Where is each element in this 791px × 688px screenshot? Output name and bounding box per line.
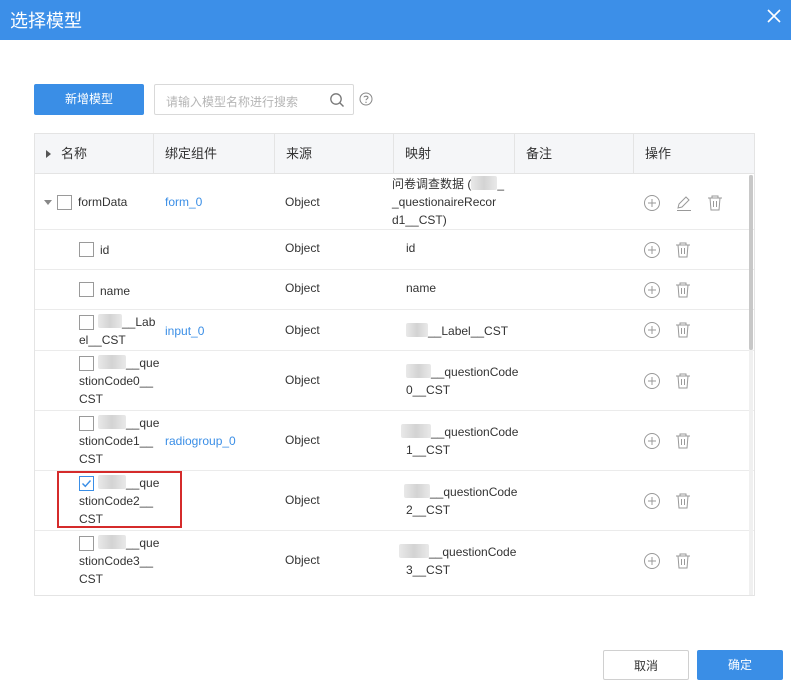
dialog-title: 选择模型 <box>10 11 82 31</box>
row-checkbox[interactable] <box>79 356 94 371</box>
table-row: __que stionCode0__ CST Object __questionC… <box>35 351 754 411</box>
plus-circle-icon[interactable] <box>643 194 661 212</box>
row-source: Object <box>285 281 320 295</box>
table-row: __que stionCode3__ CST Object __questionC… <box>35 531 754 591</box>
row-mapping: __Label__CST <box>406 322 508 340</box>
search-icon[interactable] <box>329 92 345 108</box>
column-actions: 操作 <box>645 146 672 161</box>
row-component-link[interactable]: radiogroup_0 <box>165 432 236 450</box>
help-icon[interactable] <box>359 92 373 106</box>
row-component-link[interactable]: input_0 <box>165 322 204 340</box>
trash-icon[interactable] <box>674 432 692 450</box>
row-name: __que <box>98 354 159 372</box>
row-name: __que <box>98 534 159 552</box>
close-icon[interactable] <box>767 9 781 23</box>
table-row: name Object name <box>35 270 754 310</box>
row-mapping: name <box>406 281 437 295</box>
row-component-link[interactable]: form_0 <box>165 193 202 211</box>
row-name: name <box>100 284 131 298</box>
row-checkbox[interactable] <box>79 315 94 330</box>
plus-circle-icon[interactable] <box>643 372 661 390</box>
plus-circle-icon[interactable] <box>643 432 661 450</box>
row-source: Object <box>285 433 320 447</box>
trash-icon[interactable] <box>674 321 692 339</box>
row-checkbox[interactable] <box>79 536 94 551</box>
plus-circle-icon[interactable] <box>643 281 661 299</box>
row-source: Object <box>285 323 320 337</box>
row-name: __Lab <box>98 313 155 331</box>
trash-icon[interactable] <box>706 194 724 212</box>
trash-icon[interactable] <box>674 372 692 390</box>
plus-circle-icon[interactable] <box>643 492 661 510</box>
search-box[interactable]: 请输入模型名称进行搜索 <box>154 84 354 115</box>
table-row: __que stionCode1__ CST radiogroup_0 Objec… <box>35 411 754 471</box>
cancel-button[interactable]: 取消 <box>603 650 689 680</box>
column-mapping: 映射 <box>394 134 515 174</box>
row-source: Object <box>285 195 320 209</box>
table-header: 名称 绑定组件 来源 映射 备注 操作 <box>35 134 754 174</box>
row-source: Object <box>285 373 320 387</box>
highlight-box <box>57 471 182 528</box>
trash-icon[interactable] <box>674 241 692 259</box>
select-model-dialog: 选择模型 新增模型 请输入模型名称进行搜索 名称 绑定组件 来源 映射 备注 操… <box>0 0 791 688</box>
row-checkbox[interactable] <box>79 416 94 431</box>
row-name: __que <box>98 414 159 432</box>
trash-icon[interactable] <box>674 492 692 510</box>
row-source: Object <box>285 553 320 567</box>
add-model-button[interactable]: 新增模型 <box>34 84 144 115</box>
table-row: __Lab el__CST input_0 Object __Label__CS… <box>35 310 754 351</box>
row-mapping: __questionCode 3__CST <box>399 543 516 579</box>
row-checkbox[interactable] <box>57 195 72 210</box>
row-name: formData <box>78 195 128 209</box>
dialog-header: 选择模型 <box>0 0 791 40</box>
trash-icon[interactable] <box>674 281 692 299</box>
row-source: Object <box>285 493 320 507</box>
row-mapping: __questionCode 1__CST <box>401 423 518 459</box>
edit-icon[interactable] <box>675 194 693 212</box>
column-remark: 备注 <box>515 134 634 174</box>
collapse-icon[interactable] <box>44 200 52 205</box>
row-checkbox[interactable] <box>79 282 94 297</box>
table-scrollbar-thumb[interactable] <box>749 175 753 350</box>
table-row: formData form_0 Object 问卷调查数据 (_ _questi… <box>35 175 754 230</box>
plus-circle-icon[interactable] <box>643 241 661 259</box>
trash-icon[interactable] <box>674 552 692 570</box>
row-name-cont: stionCode3__ CST <box>79 554 154 586</box>
plus-circle-icon[interactable] <box>643 321 661 339</box>
row-name-cont: stionCode1__ CST <box>79 434 154 466</box>
row-name-cont: stionCode0__ CST <box>79 374 154 406</box>
column-name[interactable]: 名称 <box>35 134 154 174</box>
row-name: id <box>100 243 110 257</box>
confirm-button[interactable]: 确定 <box>697 650 783 680</box>
table-row: id Object id <box>35 230 754 270</box>
row-mapping: __questionCode 2__CST <box>404 484 518 517</box>
plus-circle-icon[interactable] <box>643 552 661 570</box>
expand-all-icon[interactable] <box>46 150 51 158</box>
search-input[interactable]: 请输入模型名称进行搜索 <box>166 93 298 110</box>
row-mapping: __questionCode 0__CST <box>406 364 519 397</box>
row-mapping: id <box>406 241 416 255</box>
row-checkbox[interactable] <box>79 242 94 257</box>
column-component: 绑定组件 <box>154 134 275 174</box>
column-source: 来源 <box>275 134 394 174</box>
row-source: Object <box>285 241 320 255</box>
row-name-cont: el__CST <box>79 333 126 347</box>
row-mapping: 问卷调查数据 (_ _questionaireRecor d1__CST) <box>392 176 505 227</box>
